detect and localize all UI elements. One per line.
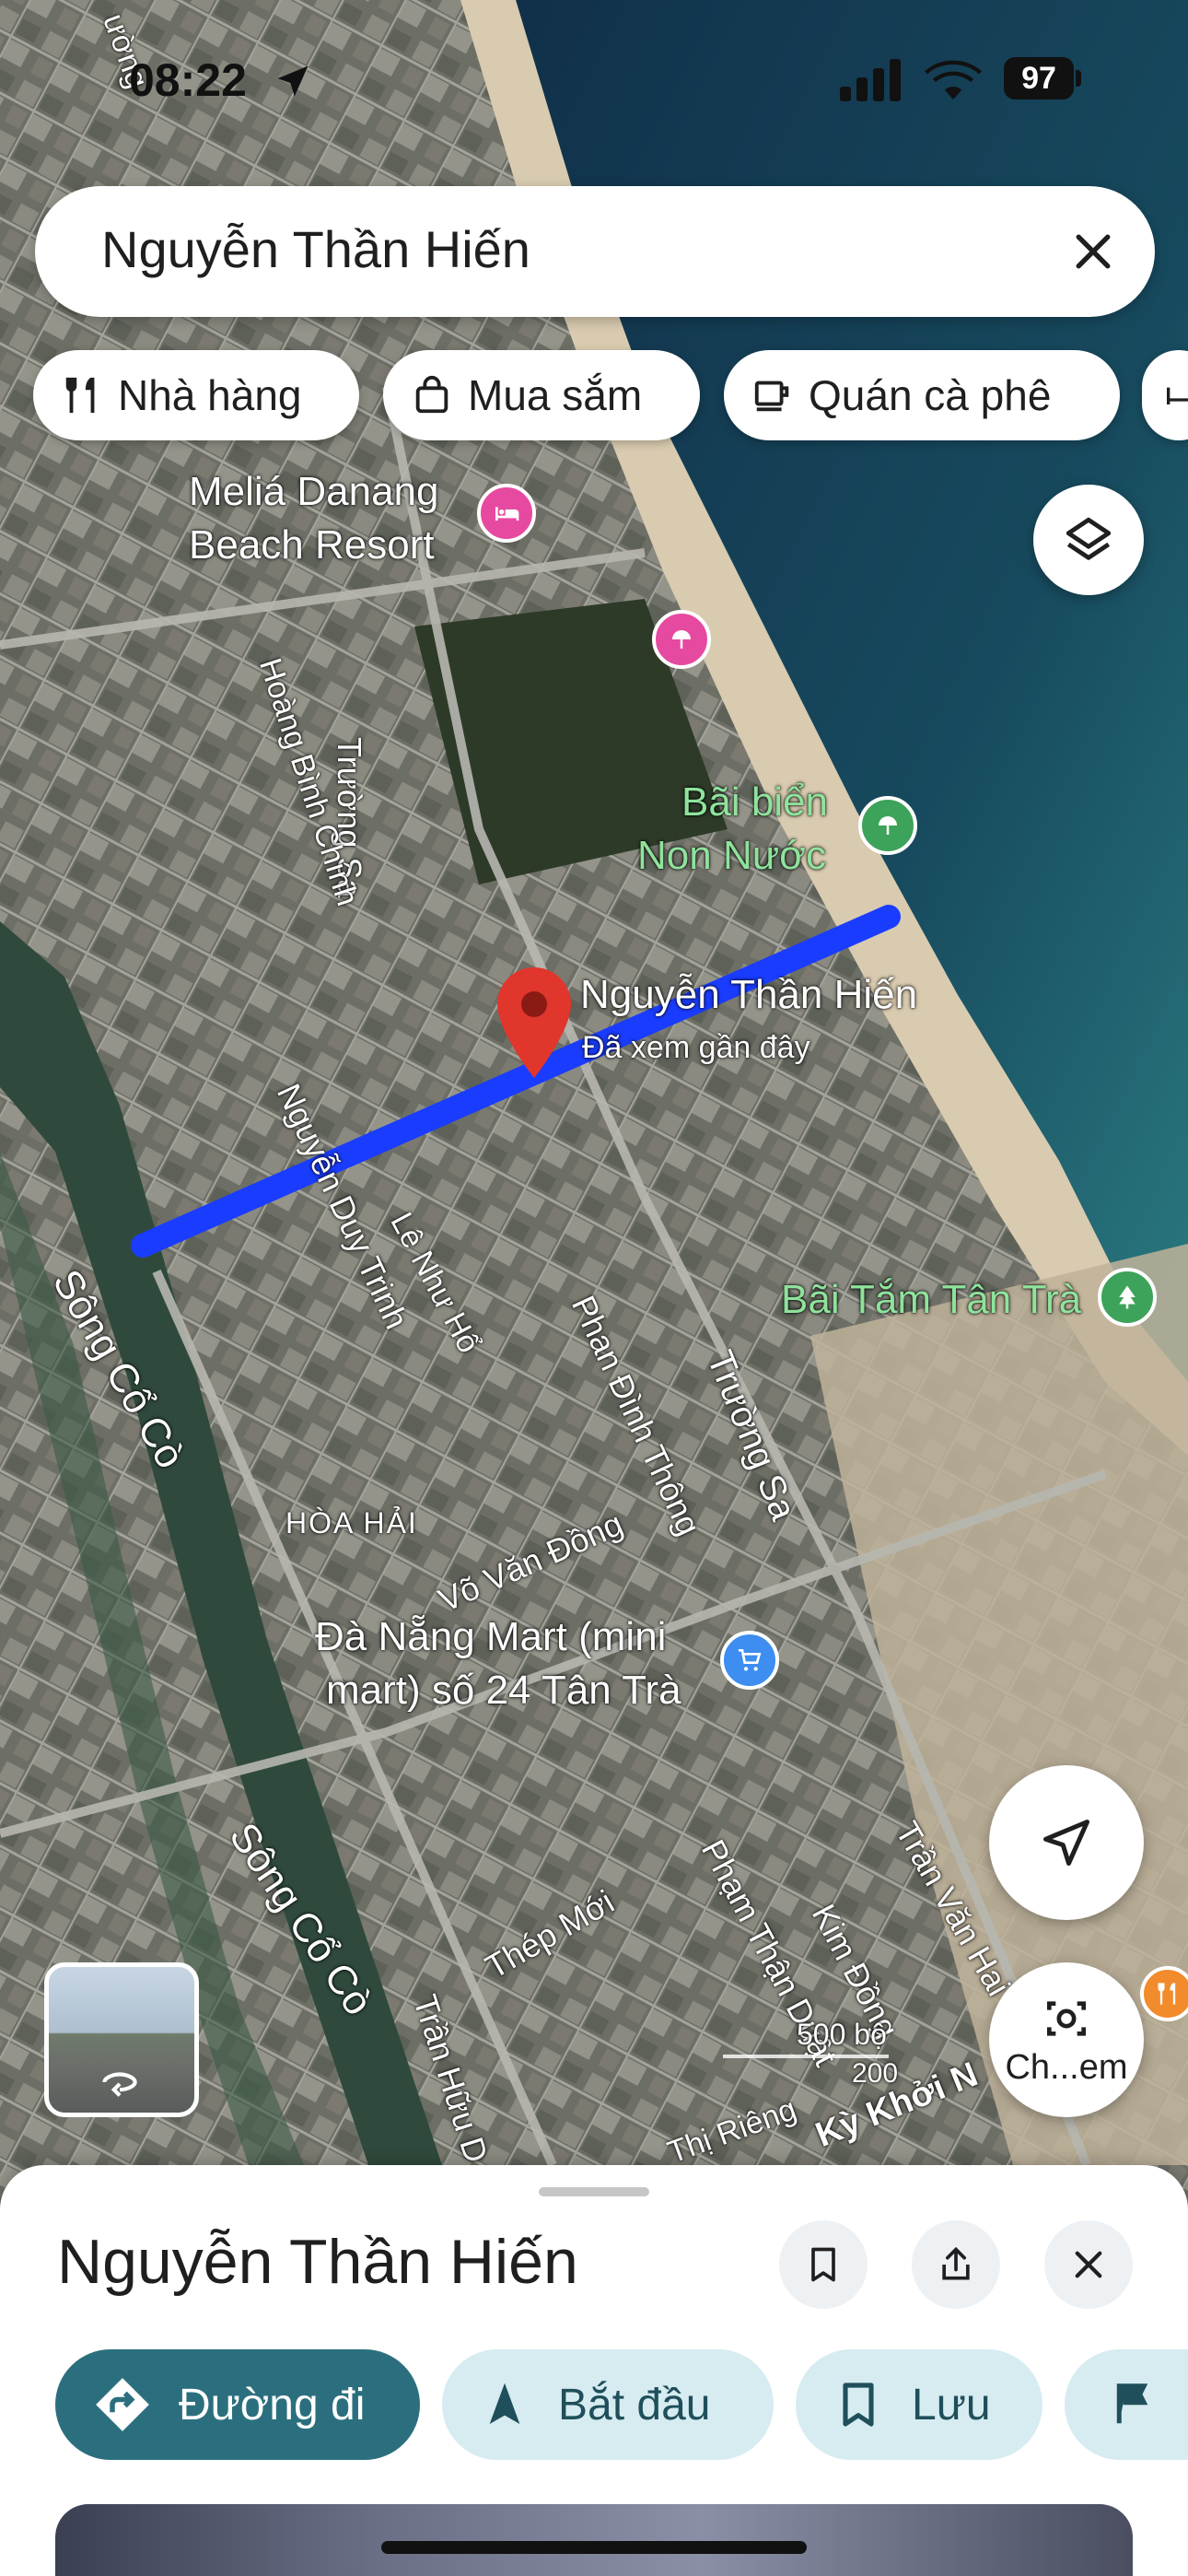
hotel-bed-icon bbox=[1167, 387, 1188, 404]
place-label-mart[interactable]: Đà Nẵng Mart (mini bbox=[315, 1614, 666, 1660]
wifi-icon bbox=[925, 60, 982, 100]
chip-label: Nhà hàng bbox=[118, 371, 302, 419]
chip-restaurants[interactable]: Nhà hàng bbox=[33, 350, 359, 440]
place-label-bai-bien-2[interactable]: Non Nước bbox=[637, 833, 826, 879]
battery-indicator: 97 bbox=[1004, 57, 1074, 100]
scale-label: 200 bbox=[852, 2058, 899, 2089]
beach-icon[interactable] bbox=[858, 796, 917, 855]
battery-level: 97 bbox=[1021, 60, 1056, 96]
pin-subtitle: Đã xem gần đây bbox=[582, 1030, 810, 1065]
directions-icon bbox=[96, 2378, 149, 2431]
coffee-icon bbox=[754, 381, 789, 412]
scale-label: 500 bộ bbox=[797, 2018, 887, 2051]
sheet-drag-handle[interactable] bbox=[539, 2187, 649, 2196]
street-view-thumbnail[interactable] bbox=[44, 1962, 199, 2117]
save-button[interactable]: Lưu bbox=[796, 2349, 1042, 2460]
share-icon bbox=[942, 2246, 970, 2280]
battery-tip bbox=[1076, 70, 1081, 87]
park-tree-icon[interactable] bbox=[1098, 1268, 1157, 1327]
hotel-icon[interactable] bbox=[477, 484, 536, 543]
place-label-bai-bien[interactable]: Bãi biển bbox=[681, 779, 828, 825]
status-time: 08:22 bbox=[129, 54, 247, 106]
close-sheet-button[interactable] bbox=[1044, 2220, 1133, 2309]
directions-label: Đường đi bbox=[179, 2380, 366, 2430]
camera-lens-icon bbox=[1047, 2000, 1086, 2036]
place-label-mart-2[interactable]: mart) số 24 Tân Trà bbox=[326, 1668, 681, 1714]
directions-button[interactable]: Đường đi bbox=[55, 2349, 420, 2460]
search-bar[interactable]: Nguyễn Thần Hiến bbox=[35, 186, 1155, 317]
chip-label: Quán cà phê bbox=[809, 371, 1052, 419]
bookmark-icon bbox=[811, 2247, 835, 2282]
restaurant-icon bbox=[65, 377, 95, 414]
place-title: Nguyễn Thần Hiến bbox=[57, 2227, 578, 2297]
camera-label: Ch...em bbox=[1005, 2047, 1128, 2087]
pin-title: Nguyễn Thần Hiến bbox=[580, 972, 918, 1017]
cellular-signal-icon bbox=[840, 59, 901, 101]
chip-coffee[interactable]: Quán cà phê bbox=[724, 350, 1120, 440]
street-view-rotate-icon bbox=[102, 2072, 137, 2097]
place-label-melia[interactable]: Meliá Danang Beach Resort bbox=[189, 465, 439, 572]
location-arrow-icon bbox=[277, 65, 309, 97]
layers-icon bbox=[1066, 517, 1112, 560]
save-place-button[interactable] bbox=[779, 2220, 868, 2309]
place-label-bai-tam[interactable]: Bãi Tắm Tân Trà bbox=[781, 1277, 1081, 1323]
share-button[interactable] bbox=[912, 2220, 1000, 2309]
map-scale: 500 bộ 200 bbox=[723, 2018, 953, 2089]
close-icon bbox=[1075, 2251, 1102, 2278]
search-input[interactable]: Nguyễn Thần Hiến bbox=[101, 219, 530, 279]
beach-umbrella-icon[interactable] bbox=[652, 610, 711, 669]
location-pin-icon[interactable] bbox=[497, 967, 571, 1083]
area-label: HÒA HẢI bbox=[285, 1506, 418, 1540]
chip-shopping[interactable]: Mua sắm bbox=[383, 350, 700, 440]
flag-button[interactable] bbox=[1065, 2349, 1188, 2460]
start-button[interactable]: Bắt đầu bbox=[442, 2349, 774, 2460]
my-location-button[interactable] bbox=[989, 1765, 1144, 1920]
navigation-arrow-icon bbox=[1043, 1820, 1089, 1866]
clear-search-icon[interactable] bbox=[1068, 227, 1118, 276]
save-label: Lưu bbox=[912, 2380, 991, 2430]
chip-label: Mua sắm bbox=[468, 371, 643, 419]
shopping-bag-icon bbox=[415, 375, 448, 414]
bookmark-icon bbox=[843, 2383, 874, 2427]
home-indicator bbox=[381, 2541, 807, 2554]
flag-icon bbox=[1116, 2383, 1148, 2424]
place-photo-preview[interactable] bbox=[55, 2504, 1133, 2576]
navigation-arrow-icon bbox=[489, 2383, 520, 2424]
lens-camera-button[interactable]: Ch...em bbox=[989, 1962, 1144, 2117]
layers-button[interactable] bbox=[1033, 485, 1144, 595]
restaurant-poi-icon[interactable] bbox=[1140, 1966, 1188, 2021]
shopping-cart-icon[interactable] bbox=[720, 1631, 779, 1690]
status-bar: 08:22 97 bbox=[0, 0, 1188, 157]
start-label: Bắt đầu bbox=[558, 2380, 711, 2430]
